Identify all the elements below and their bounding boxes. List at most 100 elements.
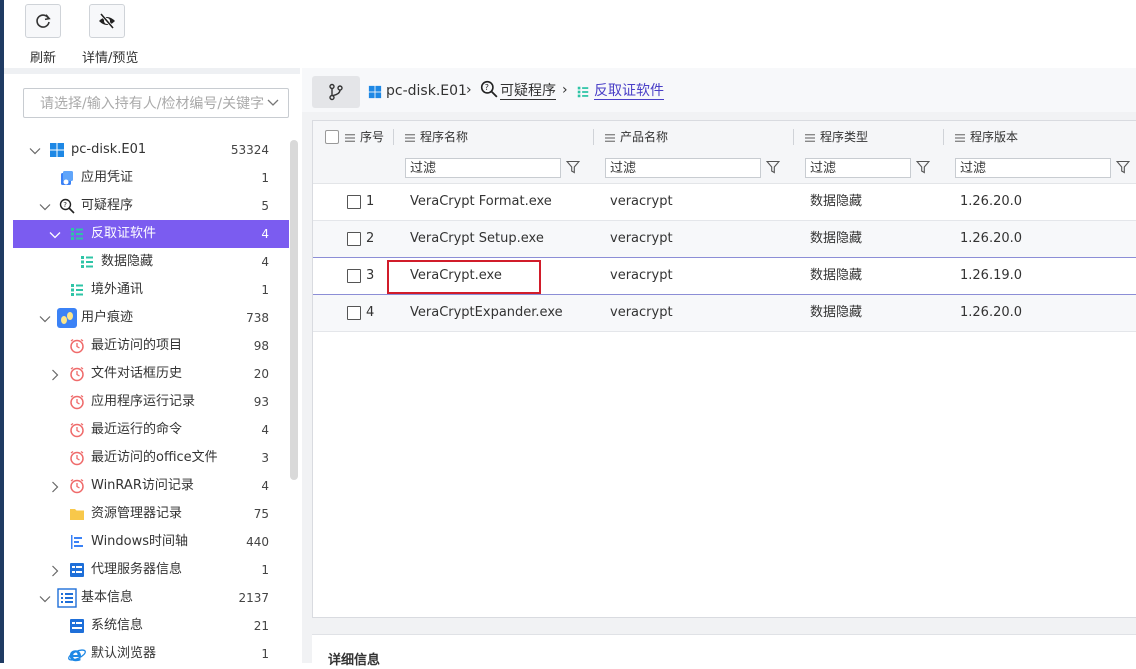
tree-item-label: Windows时间轴 xyxy=(91,534,189,549)
header-program-name[interactable]: 程序名称 xyxy=(405,121,468,153)
windows-icon xyxy=(368,85,382,99)
filter-icon[interactable] xyxy=(566,160,580,174)
header-product-name[interactable]: 产品名称 xyxy=(605,121,668,153)
column-divider[interactable] xyxy=(943,129,944,145)
tree-item-label: 系统信息 xyxy=(91,618,144,633)
tree-item-label: 代理服务器信息 xyxy=(91,562,183,577)
row-checkbox[interactable] xyxy=(347,195,361,209)
table-row[interactable]: 2 VeraCrypt Setup.exe veracrypt 数据隐藏 1.2… xyxy=(313,221,1136,258)
chevron-right-icon[interactable] xyxy=(49,565,61,577)
tree-item-count: 5 xyxy=(261,199,269,213)
tree-item-overseas-comm[interactable]: 境外通讯 1 xyxy=(13,276,289,304)
chevron-down-icon[interactable] xyxy=(39,593,51,605)
refresh-tool[interactable]: 刷新 xyxy=(18,4,68,66)
header-no[interactable]: 序号 xyxy=(345,121,384,153)
detail-preview-label: 详情/预览 xyxy=(82,51,139,66)
filter-input[interactable] xyxy=(406,159,560,177)
tree-item-recent-office-files[interactable]: 最近访问的office文件 3 xyxy=(13,444,289,472)
tree-item-count: 21 xyxy=(253,619,269,633)
breadcrumb: pc-disk.E01 › ? 可疑程序 › 反取证软件 xyxy=(302,68,1136,112)
tree-item-data-hiding[interactable]: 数据隐藏 4 xyxy=(13,248,289,276)
cell-program-version: 1.26.20.0 xyxy=(960,194,1023,209)
column-divider[interactable] xyxy=(393,129,394,145)
column-divider[interactable] xyxy=(793,129,794,145)
tree-item-label: 最近访问的office文件 xyxy=(91,450,218,465)
breadcrumb-root[interactable]: pc-disk.E01 xyxy=(386,83,467,99)
chevron-right-icon[interactable] xyxy=(49,369,61,381)
tree-item-proxy-info[interactable]: 代理服务器信息 1 xyxy=(13,556,289,584)
select-all-checkbox[interactable] xyxy=(325,130,339,144)
windows-icon xyxy=(50,143,64,157)
chevron-down-icon[interactable] xyxy=(39,313,51,325)
tree-item-label: 最近运行的命令 xyxy=(91,422,183,437)
tree-item-app-credential[interactable]: 应用凭证 1 xyxy=(13,164,289,192)
chevron-down-icon[interactable] xyxy=(29,145,41,157)
tree-item-count: 4 xyxy=(261,255,269,269)
tree-item-label: 应用程序运行记录 xyxy=(91,394,196,409)
table-row[interactable]: 3 VeraCrypt.exe veracrypt 数据隐藏 1.26.19.0 xyxy=(313,258,1136,295)
branch-button[interactable] xyxy=(312,76,360,108)
breadcrumb-anti-forensics[interactable]: 反取证软件 xyxy=(594,83,664,100)
filter-input[interactable] xyxy=(606,159,760,177)
row-checkbox[interactable] xyxy=(347,232,361,246)
filter-program-type[interactable] xyxy=(805,158,911,178)
tree-item-default-browser[interactable]: e 默认浏览器 1 xyxy=(13,640,289,668)
basic-info-icon xyxy=(57,588,77,608)
tree-item-system-info[interactable]: 系统信息 21 xyxy=(13,612,289,640)
table-row[interactable]: 4 VeraCryptExpander.exe veracrypt 数据隐藏 1… xyxy=(313,295,1136,332)
refresh-button[interactable] xyxy=(25,4,61,38)
filter-row xyxy=(313,153,1136,184)
tree-item-recent-commands[interactable]: 最近运行的命令 4 xyxy=(13,416,289,444)
chevron-down-icon[interactable] xyxy=(49,229,61,241)
column-divider[interactable] xyxy=(593,129,594,145)
tree-item-basic-info[interactable]: 基本信息 2137 xyxy=(13,584,289,612)
table-row[interactable]: 1 VeraCrypt Format.exe veracrypt 数据隐藏 1.… xyxy=(313,184,1136,221)
tree-item-label: 可疑程序 xyxy=(81,198,134,213)
header-program-type[interactable]: 程序类型 xyxy=(805,121,868,153)
filter-input[interactable] xyxy=(956,159,1110,177)
filter-program-name[interactable] xyxy=(405,158,561,178)
tree-item-count: 1 xyxy=(261,563,269,577)
detail-panel: 详细信息 xyxy=(312,634,1136,668)
filter-program-version[interactable] xyxy=(955,158,1111,178)
tree-item-app-run-records[interactable]: 应用程序运行记录 93 xyxy=(13,388,289,416)
cell-no: 1 xyxy=(366,194,375,209)
tree-item-count: 93 xyxy=(253,395,269,409)
tree-item-count: 4 xyxy=(261,423,269,437)
chevron-down-icon[interactable] xyxy=(266,95,280,109)
tree-item-file-dialog-history[interactable]: 文件对话框历史 20 xyxy=(13,360,289,388)
filter-product-name[interactable] xyxy=(605,158,761,178)
filter-icon[interactable] xyxy=(1116,160,1130,174)
tree-item-count: 2137 xyxy=(238,591,269,605)
detail-preview-button[interactable] xyxy=(89,4,125,38)
tree-item-winrar-records[interactable]: WinRAR访问记录 4 xyxy=(13,472,289,500)
tree-item-anti-forensics[interactable]: 反取证软件 4 xyxy=(13,220,289,248)
breadcrumb-suspicious-programs[interactable]: 可疑程序 xyxy=(500,83,556,100)
program-table: 序号 程序名称 产品名称 程序类型 程序版本 过滤 过滤 过滤 过滤 1 Ver… xyxy=(312,120,1136,618)
row-checkbox[interactable] xyxy=(347,269,361,283)
tree-item-pc-disk[interactable]: pc-disk.E01 53324 xyxy=(13,136,289,164)
header-program-version[interactable]: 程序版本 xyxy=(955,121,1018,153)
filter-icon[interactable] xyxy=(916,160,930,174)
detail-preview-tool[interactable]: 详情/预览 xyxy=(82,4,139,66)
list-icon xyxy=(71,228,83,240)
row-checkbox[interactable] xyxy=(347,306,361,320)
filter-icon[interactable] xyxy=(766,160,780,174)
chevron-down-icon[interactable] xyxy=(39,201,51,213)
evidence-search[interactable] xyxy=(23,88,289,118)
tree-item-user-traces[interactable]: 用户痕迹 738 xyxy=(13,304,289,332)
tree-item-explorer-records[interactable]: 资源管理器记录 75 xyxy=(13,500,289,528)
tree-item-count: 4 xyxy=(261,479,269,493)
list-icon xyxy=(71,284,83,296)
clock-icon xyxy=(70,338,84,354)
cell-product-name: veracrypt xyxy=(610,194,673,209)
tree-scrollbar[interactable] xyxy=(290,140,298,480)
tree-item-windows-timeline[interactable]: Windows时间轴 440 xyxy=(13,528,289,556)
evidence-search-input[interactable] xyxy=(38,90,272,118)
tree-item-suspicious-programs[interactable]: ? 可疑程序 5 xyxy=(13,192,289,220)
tree-item-recent-items[interactable]: 最近访问的项目 98 xyxy=(13,332,289,360)
filter-input[interactable] xyxy=(806,159,910,177)
breadcrumb-separator: › xyxy=(466,82,472,98)
breadcrumb-separator: › xyxy=(562,82,568,98)
chevron-right-icon[interactable] xyxy=(49,481,61,493)
